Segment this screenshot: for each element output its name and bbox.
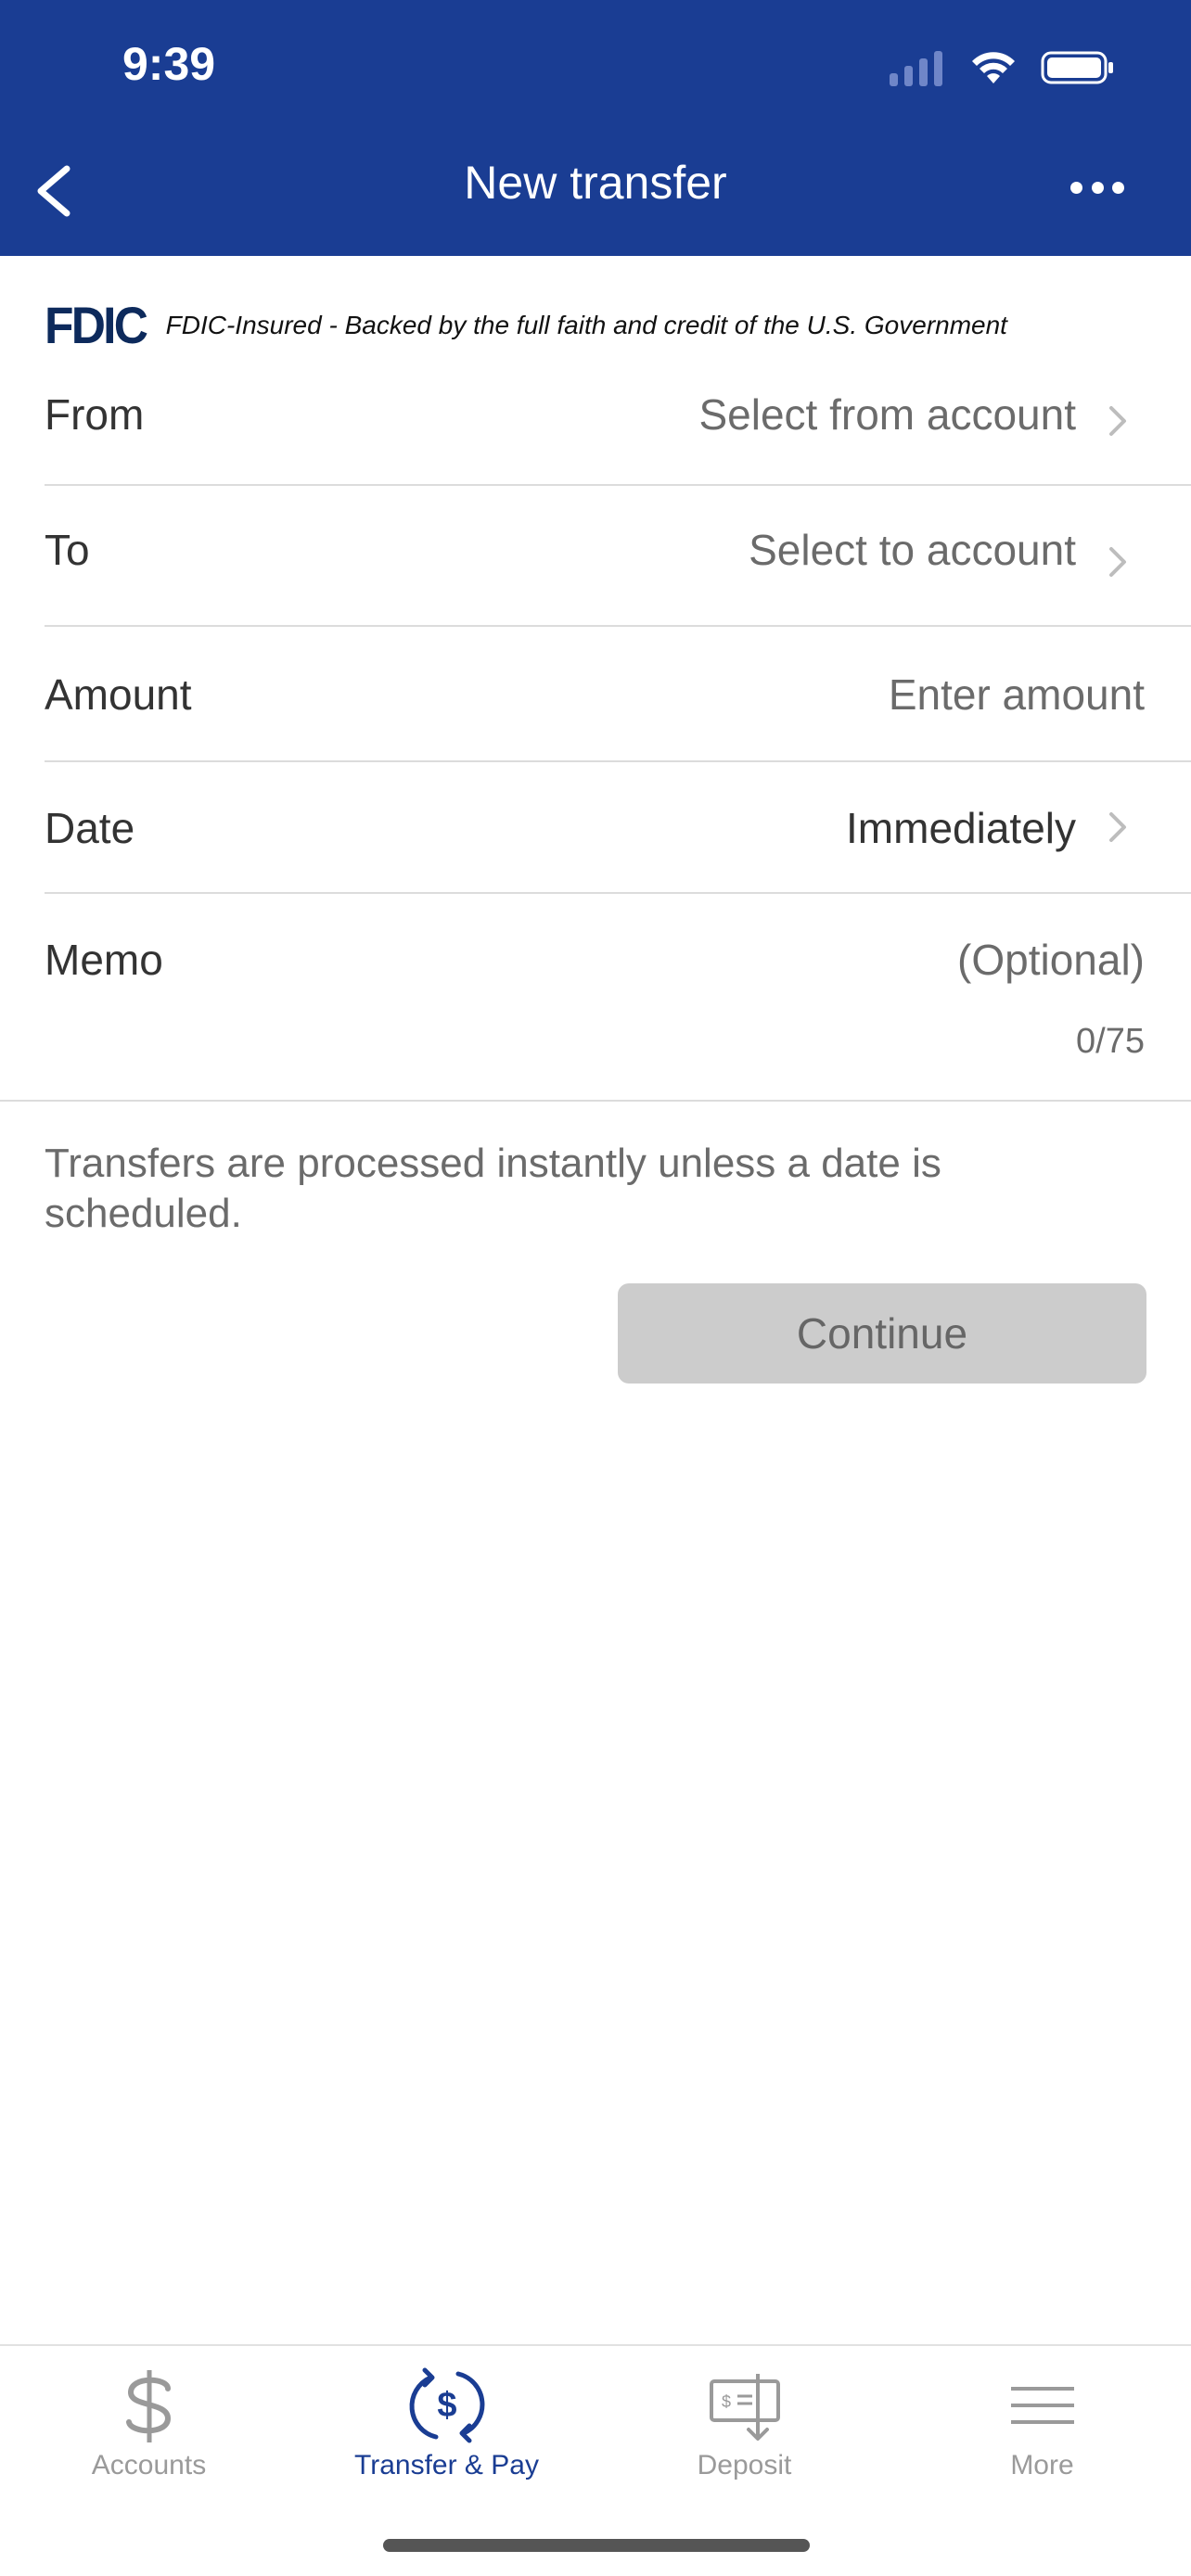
svg-text:$: $ xyxy=(721,2392,730,2411)
amount-row[interactable]: Amount Enter amount xyxy=(45,627,1191,762)
battery-icon xyxy=(1041,51,1113,84)
dot-icon xyxy=(1091,182,1104,194)
fdic-text: FDIC-Insured - Backed by the full faith … xyxy=(165,310,1007,339)
tab-transfer-pay[interactable]: $ Transfer & Pay xyxy=(298,2361,596,2509)
transfer-note: Transfers are processed instantly unless… xyxy=(45,1141,941,1236)
divider xyxy=(0,1100,1191,1102)
page-title: New transfer xyxy=(464,157,727,209)
status-time: 9:39 xyxy=(122,38,216,90)
to-account-row[interactable]: To Select to account xyxy=(45,486,1191,625)
chevron-right-icon xyxy=(1109,812,1126,842)
tab-label: More xyxy=(1010,2450,1074,2480)
dollar-icon xyxy=(125,2370,171,2442)
from-account-value: Select from account xyxy=(698,390,1076,439)
tab-accounts[interactable]: Accounts xyxy=(0,2361,298,2509)
amount-input[interactable]: Enter amount xyxy=(889,670,1145,720)
memo-label: Memo xyxy=(45,936,163,984)
tab-label: Deposit xyxy=(697,2450,792,2480)
tab-deposit[interactable]: $ Deposit xyxy=(596,2361,893,2509)
chevron-right-icon xyxy=(1109,547,1126,577)
cellular-signal-icon xyxy=(890,49,942,86)
check-deposit-icon: $ xyxy=(709,2374,780,2441)
from-label: From xyxy=(45,390,145,439)
dot-icon xyxy=(1070,182,1082,194)
fdic-banner: FDIC FDIC-Insured - Backed by the full f… xyxy=(45,295,1007,355)
dot-icon xyxy=(1112,182,1124,194)
chevron-right-icon xyxy=(1109,406,1126,436)
continue-button[interactable]: Continue xyxy=(618,1283,1146,1384)
date-value: Immediately xyxy=(846,804,1076,852)
tab-label: Transfer & Pay xyxy=(354,2450,539,2480)
transfer-pay-icon: $ xyxy=(409,2367,484,2443)
menu-icon xyxy=(1010,2387,1074,2424)
tab-more[interactable]: More xyxy=(893,2361,1191,2509)
memo-input[interactable]: (Optional) xyxy=(957,935,1145,985)
svg-text:$: $ xyxy=(437,2386,456,2425)
app-header: 9:39 New transfer xyxy=(0,0,1191,256)
tab-label: Accounts xyxy=(91,2450,207,2480)
date-label: Date xyxy=(45,804,135,852)
status-icons xyxy=(890,45,1115,91)
memo-character-counter: 0/75 xyxy=(1076,1022,1145,1061)
memo-row[interactable]: Memo (Optional) 0/75 xyxy=(45,894,1191,1100)
home-indicator xyxy=(383,2539,810,2552)
amount-label: Amount xyxy=(45,670,192,719)
to-account-value: Select to account xyxy=(749,526,1076,574)
wifi-icon xyxy=(972,52,1015,83)
to-label: To xyxy=(45,526,90,574)
date-row[interactable]: Date Immediately xyxy=(45,762,1191,894)
from-account-row[interactable]: From Select from account xyxy=(45,371,1191,486)
fdic-logo: FDIC xyxy=(45,296,148,354)
more-options-button[interactable] xyxy=(1070,182,1124,200)
